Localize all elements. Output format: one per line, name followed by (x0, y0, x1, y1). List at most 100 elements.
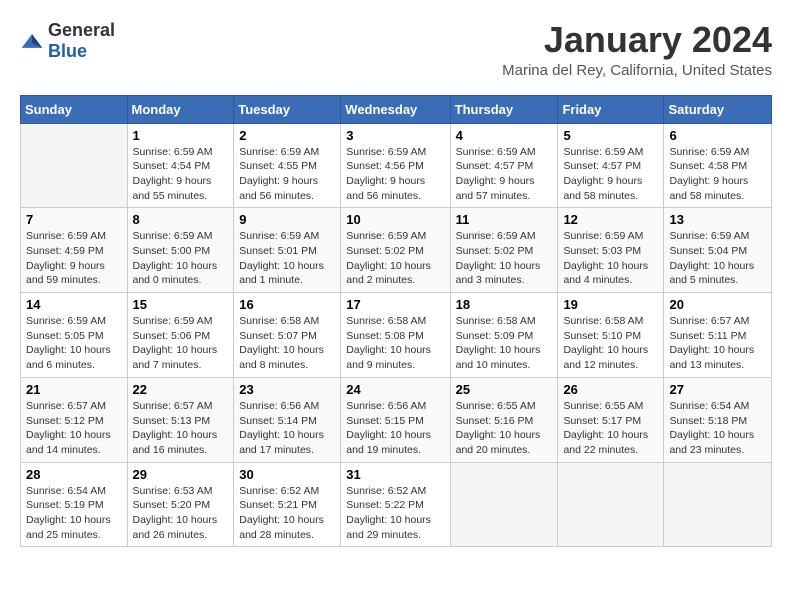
day-cell: 8Sunrise: 6:59 AMSunset: 5:00 PMDaylight… (127, 208, 234, 293)
day-cell: 3Sunrise: 6:59 AMSunset: 4:56 PMDaylight… (341, 123, 450, 208)
week-row-1: 1 Sunrise: 6:59 AMSunset: 4:54 PMDaylight… (21, 123, 772, 208)
day-cell: 16Sunrise: 6:58 AMSunset: 5:07 PMDayligh… (234, 293, 341, 378)
day-cell (450, 462, 558, 547)
day-number: 26 (563, 382, 658, 397)
day-info: Sunrise: 6:59 AMSunset: 5:02 PMDaylight:… (456, 229, 553, 288)
calendar-table: SundayMondayTuesdayWednesdayThursdayFrid… (20, 95, 772, 548)
day-cell (664, 462, 772, 547)
day-number: 6 (669, 128, 766, 143)
day-number: 7 (26, 212, 122, 227)
day-cell: 14 Sunrise: 6:59 AMSunset: 5:05 PMDayligh… (21, 293, 128, 378)
day-number: 13 (669, 212, 766, 227)
day-cell: 22 Sunrise: 6:57 AMSunset: 5:13 PMDayligh… (127, 377, 234, 462)
day-number: 1 (133, 128, 229, 143)
day-info: Sunrise: 6:59 AMSunset: 5:00 PMDaylight:… (133, 229, 229, 288)
day-cell: 30 Sunrise: 6:52 AMSunset: 5:21 PMDayligh… (234, 462, 341, 547)
day-info: Sunrise: 6:59 AMSunset: 4:57 PMDaylight:… (563, 145, 658, 204)
day-cell: 24 Sunrise: 6:56 AMSunset: 5:15 PMDayligh… (341, 377, 450, 462)
title-section: January 2024 Marina del Rey, California,… (502, 20, 772, 79)
day-cell: 13 Sunrise: 6:59 AMSunset: 5:04 PMDayligh… (664, 208, 772, 293)
day-cell: 18Sunrise: 6:58 AMSunset: 5:09 PMDayligh… (450, 293, 558, 378)
day-cell: 27 Sunrise: 6:54 AMSunset: 5:18 PMDayligh… (664, 377, 772, 462)
day-number: 5 (563, 128, 658, 143)
page-subtitle: Marina del Rey, California, United State… (502, 62, 772, 79)
day-number: 10 (346, 212, 444, 227)
day-number: 11 (456, 212, 553, 227)
day-info: Sunrise: 6:58 AMSunset: 5:10 PMDaylight:… (563, 314, 658, 373)
day-cell (21, 123, 128, 208)
page-title: January 2024 (502, 20, 772, 60)
day-cell: 17 Sunrise: 6:58 AMSunset: 5:08 PMDayligh… (341, 293, 450, 378)
header-row: SundayMondayTuesdayWednesdayThursdayFrid… (21, 95, 772, 123)
day-number: 18 (456, 297, 553, 312)
column-header-tuesday: Tuesday (234, 95, 341, 123)
day-number: 22 (133, 382, 229, 397)
day-info: Sunrise: 6:59 AMSunset: 5:05 PMDaylight:… (26, 314, 122, 373)
day-cell: 29Sunrise: 6:53 AMSunset: 5:20 PMDayligh… (127, 462, 234, 547)
day-number: 3 (346, 128, 444, 143)
day-number: 4 (456, 128, 553, 143)
day-number: 2 (239, 128, 335, 143)
column-header-wednesday: Wednesday (341, 95, 450, 123)
day-info: Sunrise: 6:57 AMSunset: 5:11 PMDaylight:… (669, 314, 766, 373)
day-info: Sunrise: 6:52 AMSunset: 5:21 PMDaylight:… (239, 484, 335, 543)
day-info: Sunrise: 6:56 AMSunset: 5:14 PMDaylight:… (239, 399, 335, 458)
week-row-5: 28 Sunrise: 6:54 AMSunset: 5:19 PMDayligh… (21, 462, 772, 547)
day-number: 27 (669, 382, 766, 397)
day-number: 9 (239, 212, 335, 227)
day-info: Sunrise: 6:58 AMSunset: 5:08 PMDaylight:… (346, 314, 444, 373)
day-cell: 5 Sunrise: 6:59 AMSunset: 4:57 PMDaylight… (558, 123, 664, 208)
day-cell: 12 Sunrise: 6:59 AMSunset: 5:03 PMDayligh… (558, 208, 664, 293)
day-info: Sunrise: 6:52 AMSunset: 5:22 PMDaylight:… (346, 484, 444, 543)
column-header-sunday: Sunday (21, 95, 128, 123)
day-info: Sunrise: 6:59 AMSunset: 4:57 PMDaylight:… (456, 145, 553, 204)
day-number: 12 (563, 212, 658, 227)
day-cell: 4 Sunrise: 6:59 AMSunset: 4:57 PMDaylight… (450, 123, 558, 208)
day-info: Sunrise: 6:59 AMSunset: 5:06 PMDaylight:… (133, 314, 229, 373)
day-number: 29 (133, 467, 229, 482)
day-cell (558, 462, 664, 547)
day-number: 17 (346, 297, 444, 312)
day-cell: 28 Sunrise: 6:54 AMSunset: 5:19 PMDayligh… (21, 462, 128, 547)
logo-general: General (48, 20, 115, 40)
day-number: 28 (26, 467, 122, 482)
day-cell: 15 Sunrise: 6:59 AMSunset: 5:06 PMDayligh… (127, 293, 234, 378)
day-info: Sunrise: 6:57 AMSunset: 5:13 PMDaylight:… (133, 399, 229, 458)
day-cell: 20Sunrise: 6:57 AMSunset: 5:11 PMDayligh… (664, 293, 772, 378)
day-info: Sunrise: 6:56 AMSunset: 5:15 PMDaylight:… (346, 399, 444, 458)
day-number: 23 (239, 382, 335, 397)
day-info: Sunrise: 6:59 AMSunset: 5:01 PMDaylight:… (239, 229, 335, 288)
day-info: Sunrise: 6:54 AMSunset: 5:18 PMDaylight:… (669, 399, 766, 458)
day-cell: 21Sunrise: 6:57 AMSunset: 5:12 PMDayligh… (21, 377, 128, 462)
page-header: General Blue January 2024 Marina del Rey… (20, 20, 772, 79)
day-number: 14 (26, 297, 122, 312)
day-info: Sunrise: 6:58 AMSunset: 5:07 PMDaylight:… (239, 314, 335, 373)
day-number: 24 (346, 382, 444, 397)
day-cell: 7 Sunrise: 6:59 AMSunset: 4:59 PMDaylight… (21, 208, 128, 293)
day-info: Sunrise: 6:55 AMSunset: 5:16 PMDaylight:… (456, 399, 553, 458)
day-number: 30 (239, 467, 335, 482)
day-info: Sunrise: 6:59 AMSunset: 4:54 PMDaylight:… (133, 145, 229, 204)
day-info: Sunrise: 6:59 AMSunset: 5:04 PMDaylight:… (669, 229, 766, 288)
day-number: 21 (26, 382, 122, 397)
day-info: Sunrise: 6:59 AMSunset: 5:03 PMDaylight:… (563, 229, 658, 288)
day-number: 31 (346, 467, 444, 482)
week-row-2: 7 Sunrise: 6:59 AMSunset: 4:59 PMDaylight… (21, 208, 772, 293)
day-cell: 1 Sunrise: 6:59 AMSunset: 4:54 PMDaylight… (127, 123, 234, 208)
day-info: Sunrise: 6:55 AMSunset: 5:17 PMDaylight:… (563, 399, 658, 458)
day-number: 15 (133, 297, 229, 312)
logo: General Blue (20, 20, 115, 62)
day-number: 19 (563, 297, 658, 312)
week-row-3: 14 Sunrise: 6:59 AMSunset: 5:05 PMDayligh… (21, 293, 772, 378)
day-cell: 11 Sunrise: 6:59 AMSunset: 5:02 PMDayligh… (450, 208, 558, 293)
day-cell: 2 Sunrise: 6:59 AMSunset: 4:55 PMDaylight… (234, 123, 341, 208)
day-info: Sunrise: 6:59 AMSunset: 4:59 PMDaylight:… (26, 229, 122, 288)
day-cell: 25 Sunrise: 6:55 AMSunset: 5:16 PMDayligh… (450, 377, 558, 462)
day-cell: 10Sunrise: 6:59 AMSunset: 5:02 PMDayligh… (341, 208, 450, 293)
day-number: 25 (456, 382, 553, 397)
day-info: Sunrise: 6:59 AMSunset: 4:55 PMDaylight:… (239, 145, 335, 204)
column-header-monday: Monday (127, 95, 234, 123)
day-info: Sunrise: 6:54 AMSunset: 5:19 PMDaylight:… (26, 484, 122, 543)
column-header-thursday: Thursday (450, 95, 558, 123)
day-cell: 19 Sunrise: 6:58 AMSunset: 5:10 PMDayligh… (558, 293, 664, 378)
